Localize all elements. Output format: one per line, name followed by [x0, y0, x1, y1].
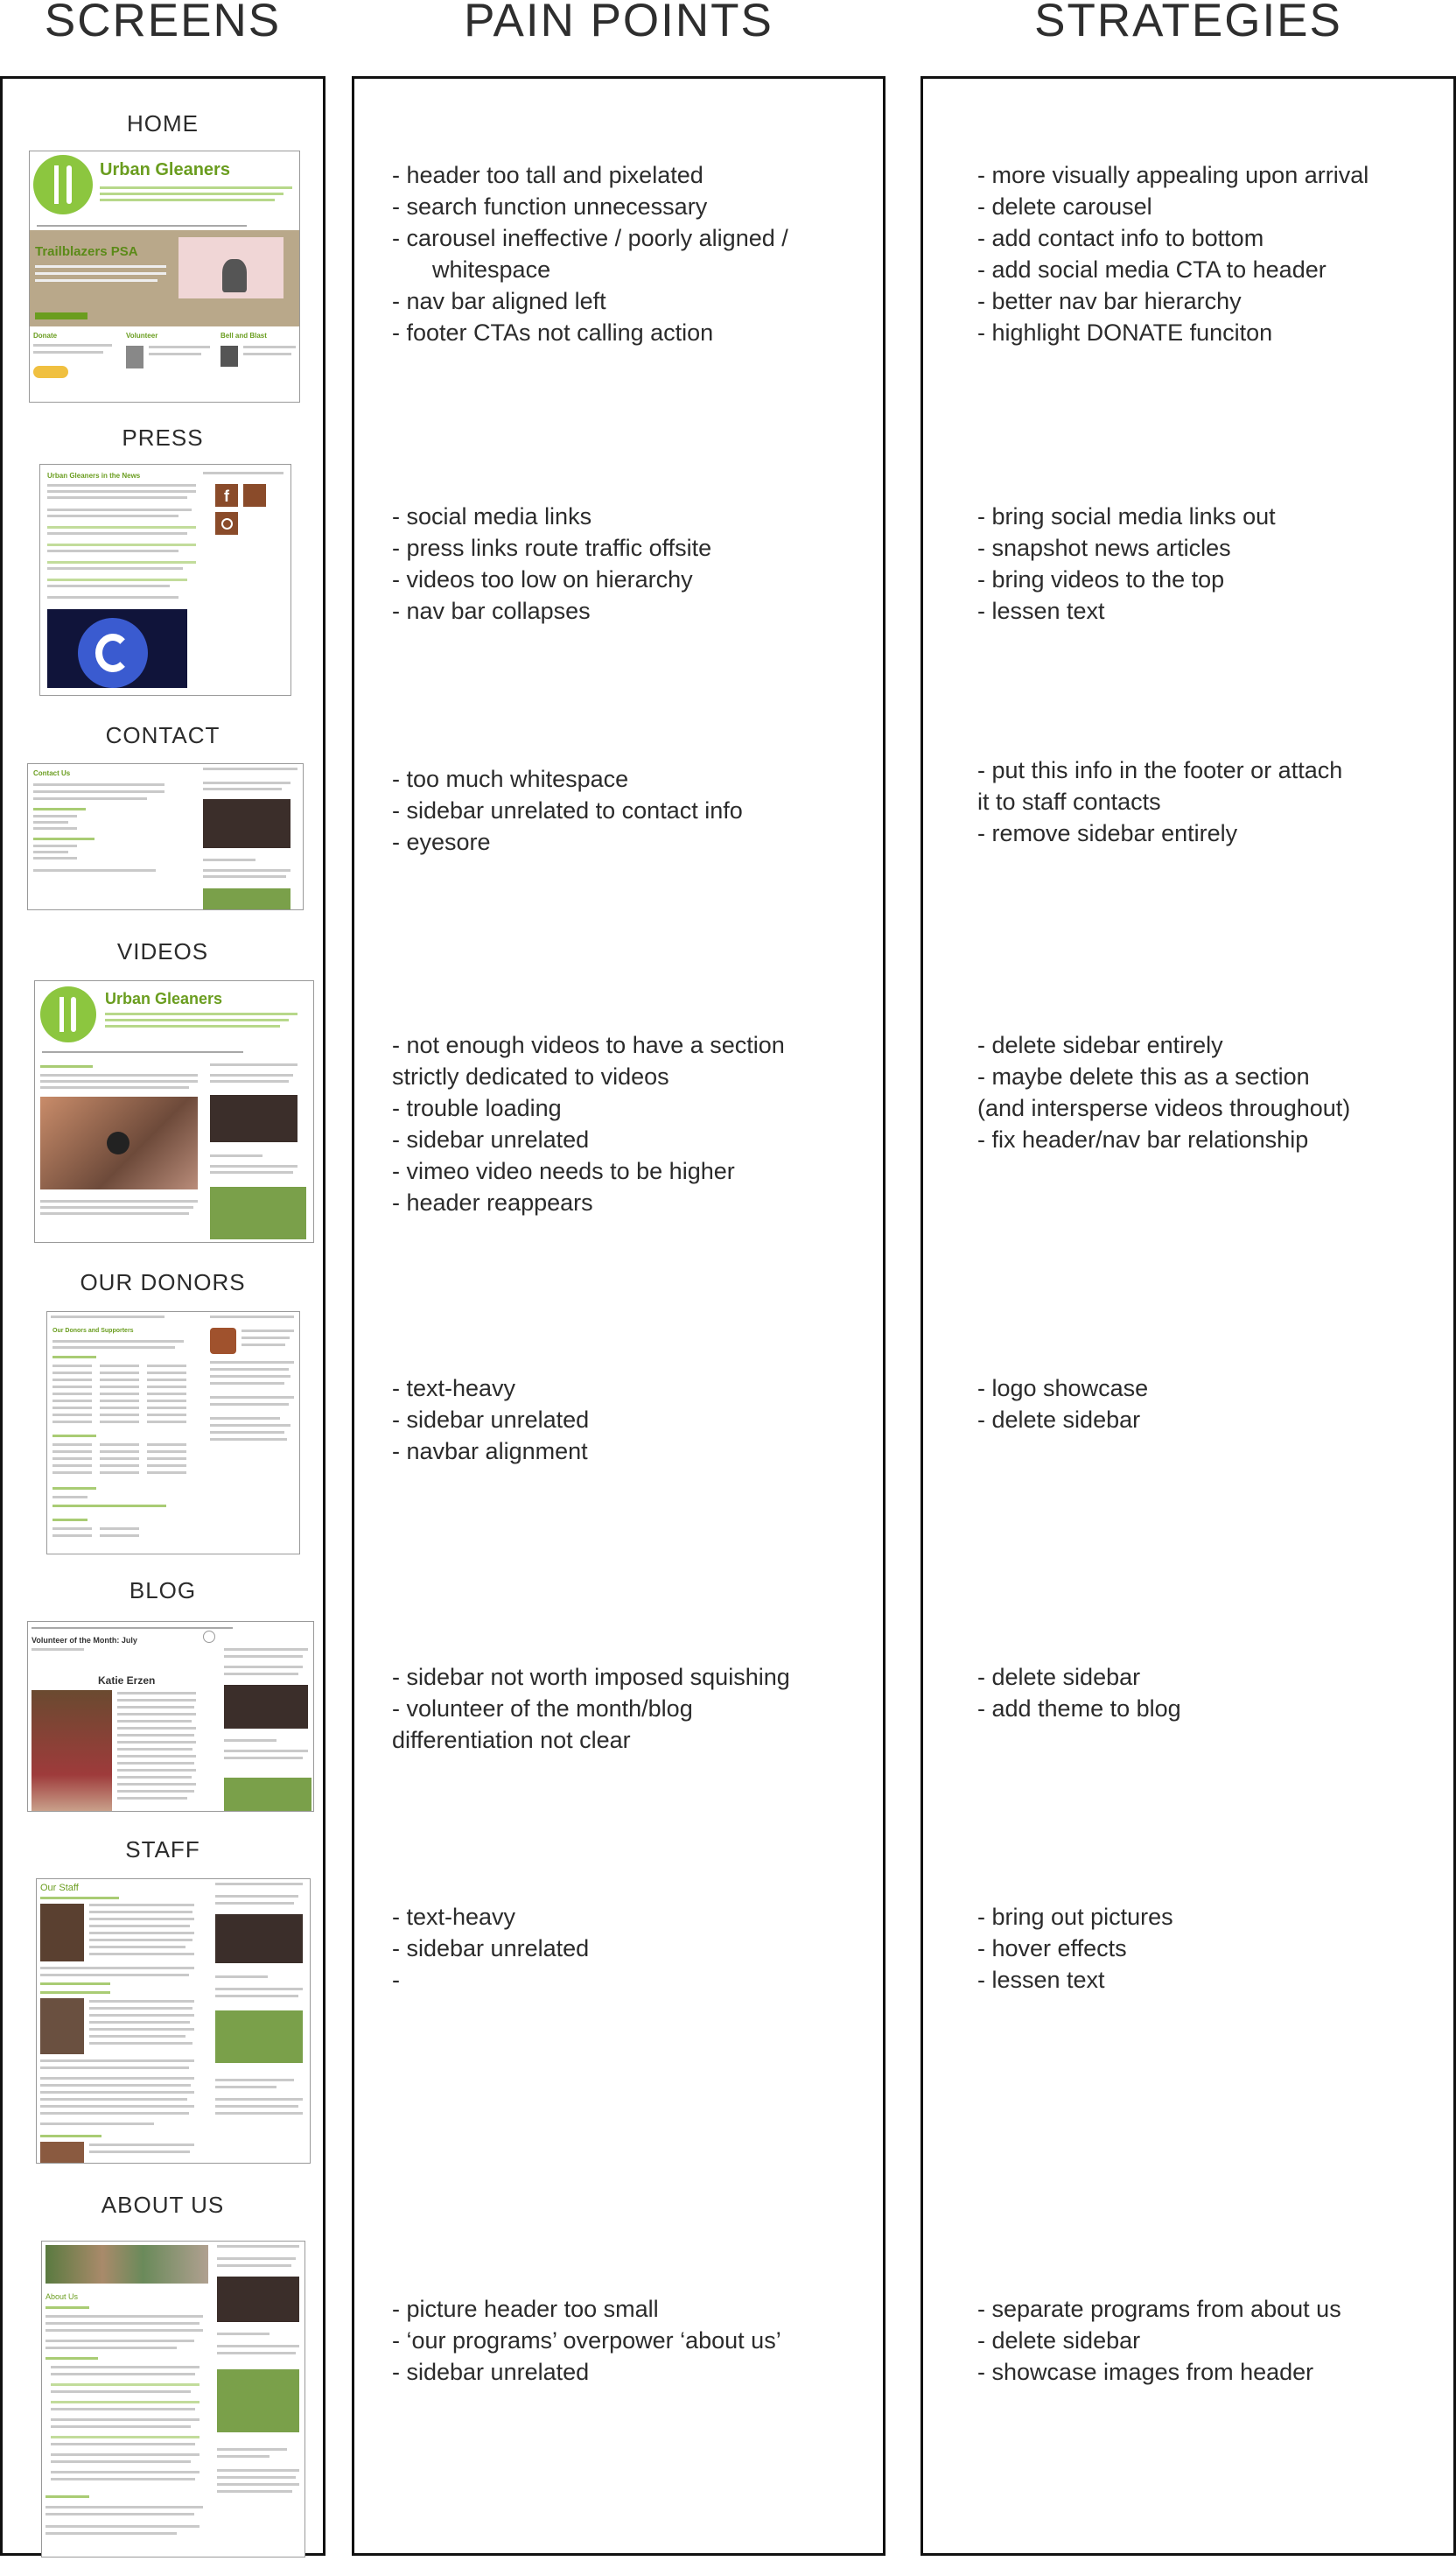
- home-thumbnail: Urban Gleaners Trailblazers PSA Donate V…: [29, 151, 300, 403]
- strategies-blog: - delete sidebar - add theme to blog: [977, 1664, 1181, 1722]
- instagram-icon[interactable]: [215, 512, 238, 535]
- about-thumbnail: About Us: [41, 2241, 305, 2557]
- brand-title: Urban Gleaners: [105, 990, 223, 1007]
- donors-thumbnail: Our Donors and Supporters: [46, 1311, 300, 1554]
- donors-title: Our Donors and Supporters: [52, 1328, 134, 1334]
- column-header-screens: SCREENS: [44, 0, 282, 46]
- strategies-home: - more visually appealing upon arrival -…: [977, 162, 1369, 346]
- pain-points-home: - header too tall and pixelated - search…: [392, 162, 788, 346]
- pain-points-videos: - not enough videos to have a section st…: [392, 1032, 785, 1216]
- facebook-icon[interactable]: f: [215, 484, 238, 507]
- screens-column: HOME Urban Gleaners Trailblazers PSA Don…: [0, 76, 326, 2557]
- screen-label-contact: CONTACT: [105, 722, 220, 748]
- video-player[interactable]: [40, 1097, 198, 1189]
- pain-points-press: - social media links - press links route…: [392, 503, 712, 624]
- header-photo-strip: [46, 2245, 208, 2284]
- screen-label-videos: VIDEOS: [116, 938, 209, 965]
- strategies-our-donors: - logo showcase - delete sidebar: [977, 1375, 1149, 1433]
- staff-title: Our Staff: [40, 1883, 79, 1893]
- screen-label-blog: BLOG: [129, 1577, 197, 1603]
- carousel[interactable]: Trailblazers PSA: [30, 230, 299, 326]
- strategies-column: - more visually appealing upon arrival -…: [920, 76, 1456, 2556]
- contact-thumbnail: Contact Us: [27, 763, 304, 910]
- strategies-staff: - bring out pictures - hover effects - l…: [977, 1904, 1173, 1993]
- pain-points-contact: - too much whitespace - sidebar unrelate…: [392, 766, 743, 855]
- staff-thumbnail: Our Staff: [36, 1878, 311, 2164]
- carousel-title: Trailblazers PSA: [35, 244, 138, 259]
- video-player[interactable]: [47, 609, 187, 688]
- blog-name: Katie Erzen: [98, 1674, 156, 1687]
- screen-label-about-us: ABOUT US: [101, 2192, 225, 2218]
- pain-points-column: - header too tall and pixelated - search…: [352, 76, 886, 2556]
- volunteer-photo: [32, 1690, 112, 1811]
- blog-title: Volunteer of the Month: July: [32, 1636, 137, 1645]
- twitter-icon[interactable]: [243, 484, 266, 507]
- press-thumbnail: Urban Gleaners in the News f: [39, 464, 291, 696]
- column-header-pain-points: PAIN POINTS: [464, 0, 774, 46]
- screen-label-staff: STAFF: [125, 1836, 200, 1863]
- strategies-press: - bring social media links out - snapsho…: [977, 503, 1276, 624]
- logo-icon: [33, 155, 93, 214]
- blog-thumbnail: Volunteer of the Month: July Katie Erzen: [27, 1621, 314, 1812]
- pain-points-about-us: - picture header too small - ‘our progra…: [392, 2296, 781, 2385]
- screen-label-home: HOME: [127, 110, 199, 137]
- brand-title: Urban Gleaners: [100, 160, 230, 179]
- strategies-videos: - delete sidebar entirely - maybe delete…: [977, 1032, 1351, 1153]
- press-title: Urban Gleaners in the News: [47, 472, 141, 480]
- pain-points-blog: - sidebar not worth imposed squishing - …: [392, 1664, 790, 1753]
- screen-label-press: PRESS: [122, 424, 204, 451]
- pain-points-our-donors: - text-heavy - sidebar unrelated - navba…: [392, 1375, 590, 1464]
- videos-thumbnail: Urban Gleaners: [34, 980, 314, 1243]
- logo-icon: [40, 986, 96, 1042]
- screen-label-our-donors: OUR DONORS: [80, 1269, 246, 1295]
- contact-title: Contact Us: [33, 769, 71, 777]
- strategies-about-us: - separate programs from about us - dele…: [977, 2296, 1341, 2385]
- about-title: About Us: [46, 2292, 79, 2301]
- column-header-strategies: STRATEGIES: [1034, 0, 1342, 46]
- pain-points-staff: - text-heavy - sidebar unrelated -: [392, 1904, 590, 1993]
- strategies-contact: - put this info in the footer or attach …: [977, 757, 1343, 846]
